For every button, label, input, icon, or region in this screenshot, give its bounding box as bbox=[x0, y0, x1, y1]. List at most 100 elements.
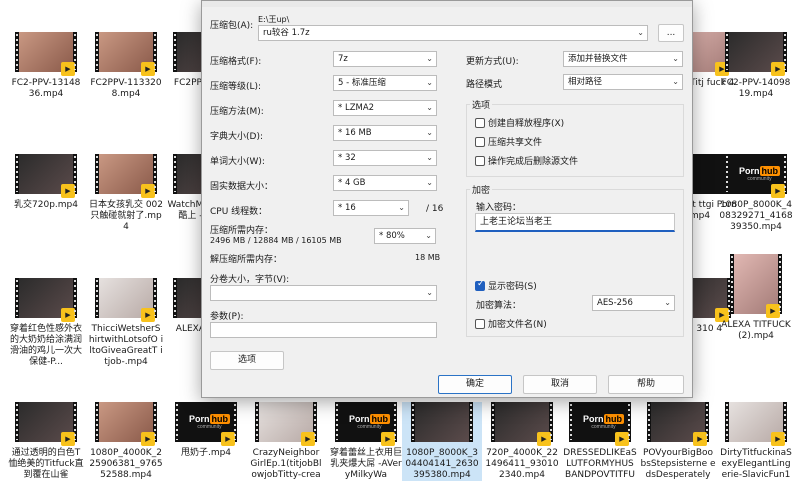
video-thumbnail: ▶ bbox=[255, 402, 317, 446]
file-item[interactable]: ▶ FC2-PPV-13148 36.mp4 bbox=[6, 32, 86, 100]
password-label: 输入密码： bbox=[476, 203, 522, 213]
chevron-down-icon: ⌄ bbox=[672, 54, 679, 63]
video-thumbnail: ▶ bbox=[95, 402, 157, 446]
file-item[interactable]: ▶ FC2PPV-113320 8.mp4 bbox=[86, 32, 166, 100]
file-name: 穿着蕾丝上衣用巨乳夹爆大屌 -AVeryMilkyWa bbox=[329, 448, 402, 480]
encryption-group-title: 加密 bbox=[470, 183, 493, 196]
password-input[interactable]: 上老王论坛当老王 bbox=[475, 213, 675, 232]
play-icon: ▶ bbox=[771, 184, 785, 198]
file-item[interactable]: Porn hub community ▶ 穿着蕾丝上衣用巨乳夹爆大屌 -AVeryM… bbox=[326, 402, 406, 481]
file-name: DRESSEDLIKEaS LUTFORMYHUS BANDPOVTITFU bbox=[563, 448, 637, 480]
level-select[interactable]: 5 - 标准压缩 ⌄ bbox=[333, 75, 437, 91]
path-mode-select[interactable]: 相对路径 ⌄ bbox=[563, 74, 683, 90]
file-item[interactable]: ▶ 通过透明的白色T恤绝美的Titfuck直到覆在山雀 bbox=[6, 402, 86, 481]
params-input[interactable] bbox=[210, 322, 437, 338]
browse-button[interactable]: ... bbox=[658, 24, 684, 42]
video-thumbnail: ▶ bbox=[491, 402, 553, 446]
file-item[interactable]: ▶ POVyourBigBoo bsStepsisterne edsDesper… bbox=[638, 402, 718, 481]
chevron-down-icon: ⌄ bbox=[426, 178, 433, 187]
show-password-checkbox[interactable]: 显示密码(S) bbox=[475, 279, 537, 292]
dialog-title-bar[interactable] bbox=[202, 1, 692, 7]
file-name: 乳交720p.mp4 bbox=[14, 200, 78, 210]
file-item[interactable]: ▶ DirtyTitfuckinaS exyElegantLing erie-S… bbox=[716, 402, 796, 481]
threads-max: / 16 bbox=[426, 204, 444, 214]
file-item[interactable]: Porn hub community ▶ 1080P_8000K_4 0832927… bbox=[716, 154, 796, 233]
play-icon: ▶ bbox=[771, 432, 785, 446]
cancel-button[interactable]: 取消 bbox=[523, 375, 597, 394]
mem-percent-select[interactable]: * 80% ⌄ bbox=[374, 228, 436, 244]
chevron-down-icon: ⌄ bbox=[398, 203, 405, 212]
file-name: 1080P_8000K_3 04404141_2630 395380.mp4 bbox=[405, 448, 479, 480]
shared-files-checkbox[interactable]: 压缩共享文件 bbox=[475, 135, 542, 148]
file-item[interactable]: Porn hub community ▶ 甩奶子.mp4 bbox=[166, 402, 246, 459]
pornhub-logo: Porn hub community bbox=[349, 414, 391, 430]
chevron-down-icon: ⌄ bbox=[426, 78, 433, 87]
video-thumbnail: Porn hub community ▶ bbox=[569, 402, 631, 446]
file-name: 甩奶子.mp4 bbox=[180, 448, 232, 458]
threads-select[interactable]: * 16 ⌄ bbox=[333, 200, 409, 216]
enc-method-label: 加密算法： bbox=[476, 301, 522, 311]
mem-compress-values: 2496 MB / 12884 MB / 16105 MB bbox=[210, 236, 342, 245]
play-icon: ▶ bbox=[141, 62, 155, 76]
file-item[interactable]: ▶ 1080P_4000K_2 25906381_9765 52588.mp4 bbox=[86, 402, 166, 481]
enc-method-select[interactable]: AES-256 ⌄ bbox=[592, 295, 675, 311]
help-button[interactable]: 帮助 bbox=[608, 375, 684, 394]
encrypt-names-checkbox[interactable]: 加密文件名(N) bbox=[475, 317, 547, 330]
file-name: 720P_4000K_22 1496411_93010 2340.mp4 bbox=[485, 448, 559, 480]
file-name: POVyourBigBoo bsStepsisterne edsDesperat… bbox=[640, 448, 716, 480]
file-item[interactable]: ▶ 720P_4000K_22 1496411_93010 2340.mp4 bbox=[482, 402, 562, 481]
delete-after-checkbox[interactable]: 操作完成后删除源文件 bbox=[475, 154, 578, 167]
video-thumbnail: ▶ bbox=[15, 154, 77, 198]
video-thumbnail bbox=[411, 402, 473, 442]
method-select[interactable]: * LZMA2 ⌄ bbox=[333, 100, 437, 116]
file-name: 日本女孩乳交 002 只触碰就射了.mp4 bbox=[88, 200, 164, 232]
sfx-checkbox[interactable]: 创建自释放程序(X) bbox=[475, 116, 564, 129]
checkbox-box bbox=[475, 136, 485, 147]
format-select[interactable]: 7z ⌄ bbox=[333, 51, 437, 67]
file-item[interactable]: ▶ 穿着红色性感外衣的大奶奶给涂满润滑油的鸡儿一次大保健-P... bbox=[6, 278, 86, 368]
chevron-down-icon: ⌄ bbox=[426, 128, 433, 137]
update-mode-select[interactable]: 添加并替换文件 ⌄ bbox=[563, 51, 683, 67]
image-thumbnail: ▶ bbox=[730, 254, 782, 318]
play-icon: ▶ bbox=[771, 62, 785, 76]
play-icon: ▶ bbox=[61, 308, 75, 322]
video-thumbnail: ▶ bbox=[15, 278, 77, 322]
file-name: ALEXA TITFUCK (2).mp4 bbox=[721, 320, 791, 341]
file-item[interactable]: ▶ ThicciWetsherS hirtwithLotsofO iltoGiv… bbox=[86, 278, 166, 368]
file-item[interactable]: ▶ 日本女孩乳交 002 只触碰就射了.mp4 bbox=[86, 154, 166, 233]
file-item[interactable]: ▶ ALEXA TITFUCK (2).mp4 bbox=[716, 254, 796, 342]
chevron-down-icon: ⌄ bbox=[637, 28, 644, 37]
mem-decompress-value: 18 MB bbox=[415, 253, 441, 262]
path-mode-label: 路径模式 bbox=[466, 80, 503, 90]
file-item[interactable]: ▶ CrazyNeighbor GirlEp.1(titjobBl owjobT… bbox=[246, 402, 326, 481]
file-name: FC2-PPV-13148 36.mp4 bbox=[11, 78, 81, 99]
options-group-title: 选项 bbox=[470, 98, 493, 111]
file-item[interactable]: ▶ 乳交720p.mp4 bbox=[6, 154, 86, 211]
file-item[interactable]: ▶ FC2-PPV-14098 19.mp4 bbox=[716, 32, 796, 100]
dict-select[interactable]: * 16 MB ⌄ bbox=[333, 125, 437, 141]
dict-label: 字典大小(D): bbox=[210, 132, 263, 142]
file-item-selected[interactable]: 1080P_8000K_3 04404141_2630 395380.mp4 bbox=[402, 402, 482, 481]
play-icon: ▶ bbox=[141, 432, 155, 446]
checkbox-box bbox=[475, 318, 485, 329]
split-label: 分卷大小，字节(V): bbox=[210, 275, 290, 285]
file-name: ThicciWetsherS hirtwithLotsofO iltoGivea… bbox=[88, 324, 164, 367]
ok-button[interactable]: 确定 bbox=[438, 375, 512, 394]
word-select[interactable]: * 32 ⌄ bbox=[333, 150, 437, 166]
checkbox-box bbox=[475, 117, 485, 128]
video-thumbnail: Porn hub community ▶ bbox=[335, 402, 397, 446]
file-name: DirtyTitfuckinaS exyElegantLing erie-Sla… bbox=[720, 448, 792, 480]
archive-name-combo[interactable]: ru较谷 1.7z ⌄ bbox=[258, 25, 648, 41]
play-icon: ▶ bbox=[141, 184, 155, 198]
format-label: 压缩格式(F): bbox=[210, 57, 262, 67]
options-button[interactable]: 选项 bbox=[210, 351, 284, 370]
file-item[interactable]: Porn hub community ▶ DRESSEDLIKEaS LUTFORM… bbox=[560, 402, 640, 481]
solid-select[interactable]: * 4 GB ⌄ bbox=[333, 175, 437, 191]
play-icon: ▶ bbox=[537, 432, 551, 446]
split-size-combo[interactable]: ⌄ bbox=[210, 285, 437, 301]
archive-path: E:\王up\ bbox=[258, 15, 290, 24]
method-label: 压缩方法(M): bbox=[210, 107, 264, 117]
play-icon: ▶ bbox=[61, 432, 75, 446]
checkbox-box bbox=[475, 279, 485, 291]
chevron-down-icon: ⌄ bbox=[664, 298, 671, 307]
